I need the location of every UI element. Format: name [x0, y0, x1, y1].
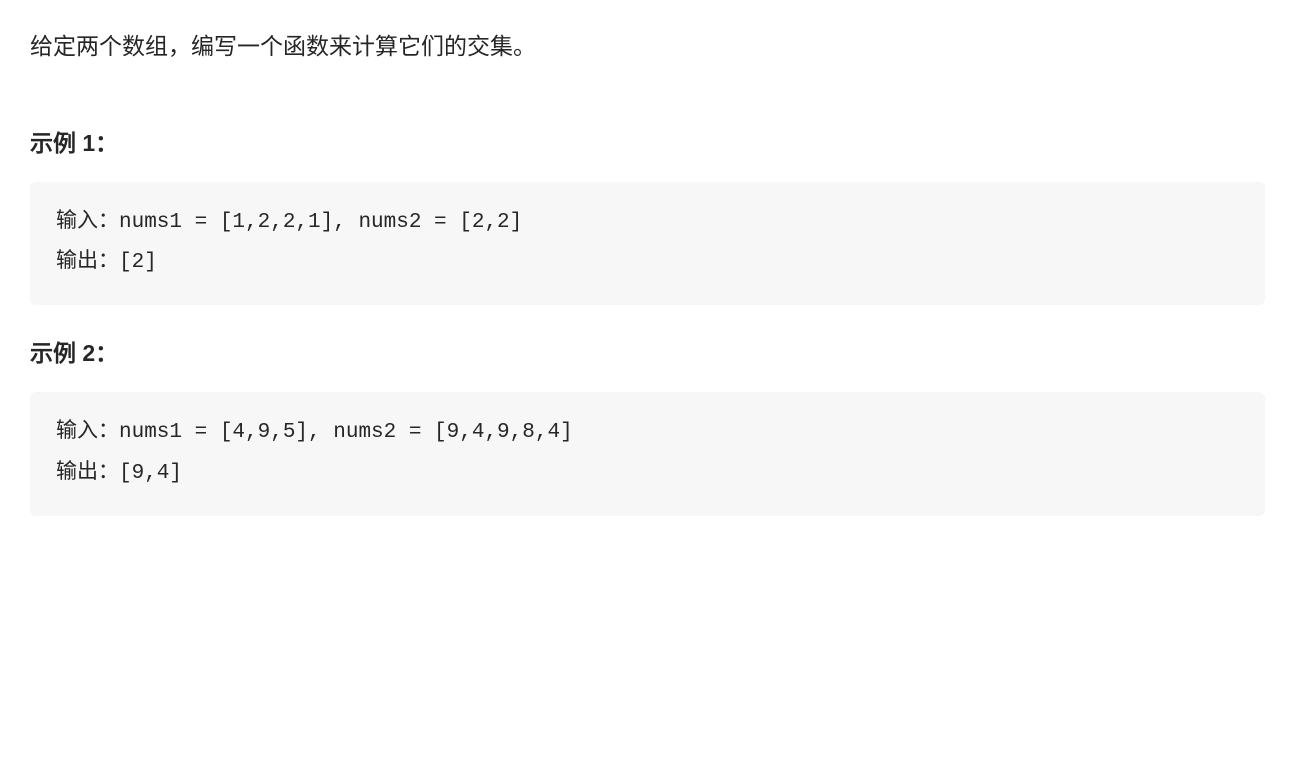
example-heading: 示例 1： — [30, 125, 1265, 162]
example-input-line: 输入：nums1 = [1,2,2,1], nums2 = [2,2] — [56, 202, 1239, 243]
input-label: 输入： — [56, 209, 119, 232]
output-value: [9,4] — [119, 462, 182, 485]
output-label: 输出： — [56, 460, 119, 483]
example-code-block: 输入：nums1 = [1,2,2,1], nums2 = [2,2] 输出：[… — [30, 182, 1265, 306]
example-output-line: 输出：[9,4] — [56, 453, 1239, 494]
example-heading: 示例 2： — [30, 335, 1265, 372]
input-value: nums1 = [1,2,2,1], nums2 = [2,2] — [119, 211, 522, 234]
example-code-block: 输入：nums1 = [4,9,5], nums2 = [9,4,9,8,4] … — [30, 392, 1265, 516]
output-label: 输出： — [56, 249, 119, 272]
example-input-line: 输入：nums1 = [4,9,5], nums2 = [9,4,9,8,4] — [56, 412, 1239, 453]
problem-description: 给定两个数组，编写一个函数来计算它们的交集。 — [30, 28, 1265, 65]
input-value: nums1 = [4,9,5], nums2 = [9,4,9,8,4] — [119, 421, 573, 444]
input-label: 输入： — [56, 419, 119, 442]
output-value: [2] — [119, 251, 157, 274]
example-output-line: 输出：[2] — [56, 242, 1239, 283]
